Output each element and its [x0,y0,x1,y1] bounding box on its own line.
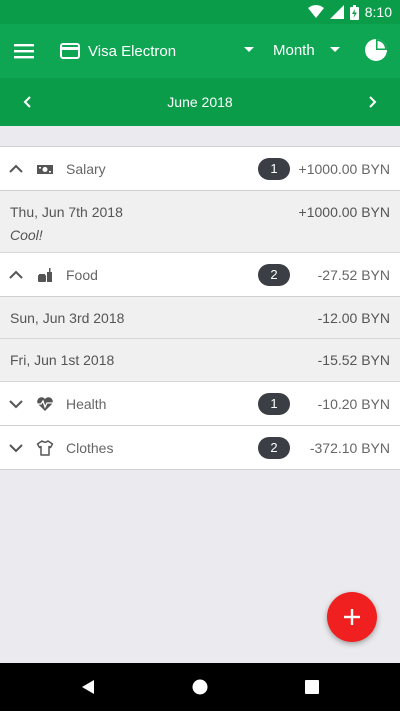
app-bar: Visa Electron Month [0,24,400,78]
transaction-count-badge: 2 [258,264,290,286]
plus-icon [344,609,360,625]
wifi-icon [307,5,324,18]
back-icon[interactable] [80,679,96,695]
chevron-up-icon[interactable] [8,161,24,177]
transaction-count-badge: 1 [258,158,290,180]
period-dropdown-icon[interactable] [329,46,341,54]
period-selector[interactable]: Month [273,42,315,59]
transaction-date: Fri, Jun 1st 2018 [10,352,115,368]
money-icon [37,165,53,174]
chevron-down-icon[interactable] [8,440,24,456]
tshirt-icon [36,440,54,456]
pie-chart-icon[interactable] [364,38,388,62]
status-time: 8:10 [364,4,392,20]
date-navigation: June 2018 [0,78,400,126]
transaction-amount: +1000.00 BYN [298,204,390,220]
add-transaction-button[interactable] [327,592,377,642]
system-navigation-bar [0,663,400,711]
home-icon[interactable] [192,679,208,695]
category-name: Food [66,267,98,283]
category-row-health[interactable]: Health 1 -10.20 BYN [0,382,400,426]
menu-icon[interactable] [14,41,34,61]
category-row-food[interactable]: Food 2 -27.52 BYN [0,253,400,297]
status-bar: 8:10 [0,0,400,24]
category-total: +1000.00 BYN [298,161,390,177]
transaction-note: Cool! [10,227,43,243]
recent-apps-icon[interactable] [305,680,319,694]
transaction-date: Thu, Jun 7th 2018 [10,204,123,220]
transaction-count-badge: 1 [258,393,290,415]
category-name: Salary [66,161,106,177]
category-list: Salary 1 +1000.00 BYN Thu, Jun 7th 2018 … [0,146,400,470]
chevron-right-icon[interactable] [362,92,382,112]
credit-card-icon [60,43,80,59]
chevron-down-icon[interactable] [8,396,24,412]
category-name: Clothes [66,440,114,456]
period-title: June 2018 [167,94,233,110]
heartbeat-icon [37,397,53,411]
category-row-clothes[interactable]: Clothes 2 -372.10 BYN [0,426,400,470]
category-total: -27.52 BYN [317,267,390,283]
transaction-date: Sun, Jun 3rd 2018 [10,310,125,326]
card-name: Visa Electron [88,42,177,60]
chevron-up-icon[interactable] [8,267,24,283]
transaction-row[interactable]: Thu, Jun 7th 2018 +1000.00 BYN Cool! [0,191,400,253]
category-row-salary[interactable]: Salary 1 +1000.00 BYN [0,147,400,191]
battery-icon [349,4,359,20]
transaction-amount: -15.52 BYN [317,352,390,368]
card-dropdown-icon[interactable] [243,46,255,54]
transaction-amount: -12.00 BYN [317,310,390,326]
food-icon [38,268,52,282]
category-total: -10.20 BYN [317,396,390,412]
card-selector[interactable]: Visa Electron [60,38,176,64]
category-name: Health [66,396,107,412]
transaction-count-badge: 2 [258,437,290,459]
transaction-row[interactable]: Sun, Jun 3rd 2018 -12.00 BYN [0,297,400,339]
transaction-row[interactable]: Fri, Jun 1st 2018 -15.52 BYN [0,339,400,382]
category-total: -372.10 BYN [309,440,390,456]
status-icons: 8:10 [307,3,392,21]
signal-icon [329,5,344,19]
